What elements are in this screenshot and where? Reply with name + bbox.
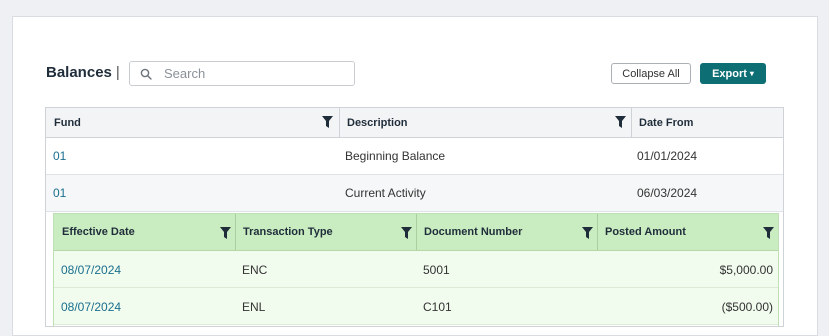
collapse-all-label: Collapse All xyxy=(622,67,680,80)
filter-icon[interactable] xyxy=(220,227,231,239)
title-separator: | xyxy=(115,64,120,81)
table-row[interactable]: 01 Current Activity 06/03/2024 xyxy=(46,175,783,212)
column-header-document-number-label: Document Number xyxy=(424,226,523,238)
balances-grid-header: Fund Description Date From xyxy=(46,108,783,138)
column-divider[interactable] xyxy=(597,214,598,250)
column-header-document-number[interactable]: Document Number xyxy=(424,214,522,250)
caret-down-icon: ▾ xyxy=(749,69,754,78)
posted-amount-cell: $5,000.00 xyxy=(719,263,773,277)
filter-icon[interactable] xyxy=(763,227,774,239)
export-button[interactable]: Export ▾ xyxy=(700,63,766,84)
transactions-subgrid: Effective Date Transaction Type Document… xyxy=(53,213,779,326)
search-icon xyxy=(140,68,152,80)
filter-icon[interactable] xyxy=(615,116,626,128)
column-header-transaction-type[interactable]: Transaction Type xyxy=(243,214,333,250)
transaction-type-cell: ENL xyxy=(242,300,266,314)
column-header-fund[interactable]: Fund xyxy=(46,108,339,137)
table-row[interactable]: 01 Beginning Balance 01/01/2024 xyxy=(46,138,783,175)
description-cell: Beginning Balance xyxy=(345,149,446,163)
document-number-cell: C101 xyxy=(423,300,452,314)
transactions-subgrid-header: Effective Date Transaction Type Document… xyxy=(54,214,778,251)
column-divider[interactable] xyxy=(416,214,417,250)
fund-link[interactable]: 01 xyxy=(53,149,66,163)
transaction-type-cell: ENC xyxy=(242,263,268,277)
column-header-posted-amount-label: Posted Amount xyxy=(605,226,686,238)
column-header-posted-amount[interactable]: Posted Amount xyxy=(605,214,686,250)
filter-icon[interactable] xyxy=(401,227,412,239)
table-row[interactable]: 08/07/2024 ENC 5001 $5,000.00 xyxy=(54,251,778,288)
search-box[interactable] xyxy=(129,61,355,86)
column-header-effective-date-label: Effective Date xyxy=(62,226,135,238)
column-header-effective-date[interactable]: Effective Date xyxy=(62,214,135,250)
column-header-transaction-type-label: Transaction Type xyxy=(243,226,333,238)
table-row[interactable]: 08/07/2024 ENL C101 ($500.00) xyxy=(54,288,778,325)
filter-icon[interactable] xyxy=(322,116,333,128)
effective-date-link[interactable]: 08/07/2024 xyxy=(61,263,121,277)
filter-icon[interactable] xyxy=(582,227,593,239)
fund-link[interactable]: 01 xyxy=(53,186,66,200)
column-header-date-from[interactable]: Date From xyxy=(631,108,783,137)
posted-amount-cell: ($500.00) xyxy=(721,300,773,314)
description-cell: Current Activity xyxy=(345,186,426,200)
document-number-cell: 5001 xyxy=(423,263,450,277)
column-header-date-from-label: Date From xyxy=(639,116,694,129)
column-header-description[interactable]: Description xyxy=(339,108,631,137)
search-input[interactable] xyxy=(162,65,336,82)
column-header-description-label: Description xyxy=(347,116,408,129)
column-header-fund-label: Fund xyxy=(54,116,81,129)
page-title: Balances | xyxy=(46,64,120,81)
date-from-cell: 01/01/2024 xyxy=(637,149,698,163)
export-label: Export xyxy=(712,67,747,80)
column-divider[interactable] xyxy=(235,214,236,250)
page-title-text: Balances xyxy=(46,64,112,81)
date-from-cell: 06/03/2024 xyxy=(637,186,698,200)
collapse-all-button[interactable]: Collapse All xyxy=(611,63,691,84)
balances-grid: Fund Description Date From 01 Beginning … xyxy=(45,107,784,327)
effective-date-link[interactable]: 08/07/2024 xyxy=(61,300,121,314)
